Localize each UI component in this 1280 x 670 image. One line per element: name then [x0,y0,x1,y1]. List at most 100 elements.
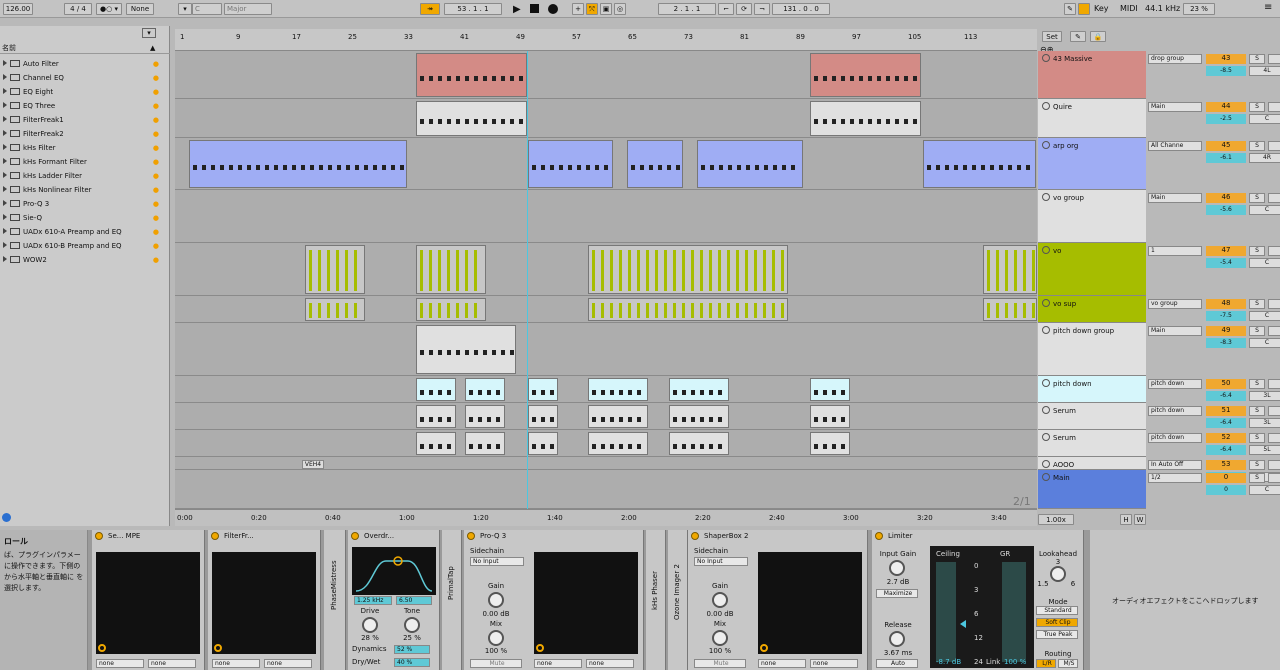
w-button[interactable]: W [1134,514,1146,525]
automation-arm-icon[interactable]: ⤲ [586,3,598,15]
tone-knob[interactable] [404,617,420,633]
edit-icon[interactable]: ✎ [1070,31,1086,42]
browser-item[interactable]: Auto Filter ● [3,58,163,70]
browser-item[interactable]: EQ Three ● [3,100,163,112]
expand-icon[interactable] [3,74,7,80]
power-icon[interactable] [875,532,883,540]
overdrive-device[interactable]: Overdr... 1.25 kHz 6.50 Drive 28 % Tone … [348,530,440,670]
favorite-icon[interactable]: ● [153,58,159,70]
arm-button[interactable] [1268,102,1280,112]
pan-field[interactable]: C [1249,205,1280,215]
key-map-icon[interactable] [1078,3,1090,15]
position-display[interactable]: 53 . 1 . 1 [444,3,502,15]
fold-icon[interactable] [1042,379,1050,387]
drywet-field[interactable]: 40 % [394,658,430,667]
fold-icon[interactable] [1042,141,1050,149]
clip[interactable] [416,405,456,428]
input-gain-knob[interactable] [889,560,905,576]
track-activator[interactable]: 50 [1206,379,1246,389]
track-volume[interactable]: -5.6 [1206,205,1246,215]
power-icon[interactable] [211,532,219,540]
track-activator[interactable]: 44 [1206,102,1246,112]
browser-item[interactable]: FilterFreak1 ● [3,114,163,126]
mix-knob[interactable] [488,630,504,646]
track-activator[interactable]: 53 [1206,460,1246,470]
xy-pad[interactable] [758,552,862,654]
y-target[interactable]: none [264,659,312,668]
arm-button[interactable] [1268,299,1280,309]
expand-icon[interactable] [3,60,7,66]
sidechain-input[interactable]: No Input [694,557,748,566]
track-routing[interactable]: Main [1148,326,1202,336]
clip[interactable] [416,53,527,97]
clip[interactable] [810,405,850,428]
clip[interactable] [810,53,921,97]
track-lane[interactable] [175,430,1037,457]
record-button[interactable] [548,4,558,14]
auto-button[interactable]: Auto [876,659,918,668]
clip[interactable] [669,405,729,428]
lock-icon[interactable]: 🔒 [1090,31,1106,42]
lr-button[interactable]: L/R [1036,659,1056,668]
clip[interactable] [305,298,365,321]
track-header[interactable]: Quire [1038,99,1146,138]
tempo-field[interactable]: 126.00 [3,3,33,15]
clip[interactable] [416,325,516,374]
pan-field[interactable]: C [1249,311,1280,321]
punch-out-icon[interactable]: ¬ [754,3,770,15]
play-button[interactable]: ▶ [513,4,521,15]
track-volume[interactable]: -8.3 [1206,338,1246,348]
track-activator[interactable]: 48 [1206,299,1246,309]
standard-button[interactable]: Standard [1036,606,1078,615]
track-volume[interactable]: -8.5 [1206,66,1246,76]
track-lane[interactable] [175,138,1037,190]
arm-button[interactable] [1268,379,1280,389]
track-routing[interactable]: In Auto Off [1148,460,1202,470]
clip[interactable] [189,140,407,188]
y-target[interactable]: none [586,659,634,668]
arrangement-view[interactable]: 1 9 17 25 33 41 49 57 65 73 81 89 97 105 113 0:00 0:20 0… [175,29,1037,526]
track-routing[interactable]: pitch down [1148,433,1202,443]
solo-button[interactable]: S [1249,326,1265,336]
arm-button[interactable] [1268,473,1280,483]
clip[interactable] [416,378,456,401]
mix-knob[interactable] [712,630,728,646]
expand-icon[interactable] [3,144,7,150]
browser-item[interactable]: kHs Filter ● [3,142,163,154]
primaltap-collapsed[interactable]: PrimalTap [442,530,462,670]
gain-knob[interactable] [712,592,728,608]
track-activator[interactable]: 43 [1206,54,1246,64]
clip[interactable] [416,101,527,136]
pan-field[interactable]: 4R [1249,153,1280,163]
track-activator[interactable]: 52 [1206,433,1246,443]
fold-icon[interactable] [1042,299,1050,307]
true-peak-button[interactable]: True Peak [1036,630,1078,639]
session-record-icon[interactable]: ▣ [600,3,612,15]
track-lane[interactable] [175,403,1037,430]
track-volume[interactable]: -7.5 [1206,311,1246,321]
fold-icon[interactable] [1042,460,1050,468]
solo-button[interactable]: S [1249,193,1265,203]
track-volume[interactable]: -2.5 [1206,114,1246,124]
pan-field[interactable]: C [1249,258,1280,268]
track-routing[interactable]: All Channe [1148,141,1202,151]
clip[interactable] [669,378,729,401]
key-select[interactable]: C [192,3,222,15]
ceiling-value[interactable]: -8.7 dB [936,658,961,666]
power-icon[interactable] [467,532,475,540]
track-routing[interactable]: Main [1148,102,1202,112]
track-header[interactable]: vo [1038,243,1146,296]
favorite-icon[interactable]: ● [153,114,159,126]
browser-item[interactable]: Channel EQ ● [3,72,163,84]
y-target[interactable]: none [148,659,196,668]
clip[interactable] [588,432,648,455]
clip[interactable] [305,245,365,294]
favorite-icon[interactable]: ● [153,86,159,98]
solo-button[interactable]: S [1249,379,1265,389]
set-button[interactable]: Set [1042,31,1062,42]
clip[interactable] [416,245,486,294]
track-activator[interactable]: 51 [1206,406,1246,416]
pan-field[interactable]: C [1249,338,1280,348]
power-icon[interactable] [351,532,359,540]
pan-field[interactable]: 5L [1249,445,1280,455]
